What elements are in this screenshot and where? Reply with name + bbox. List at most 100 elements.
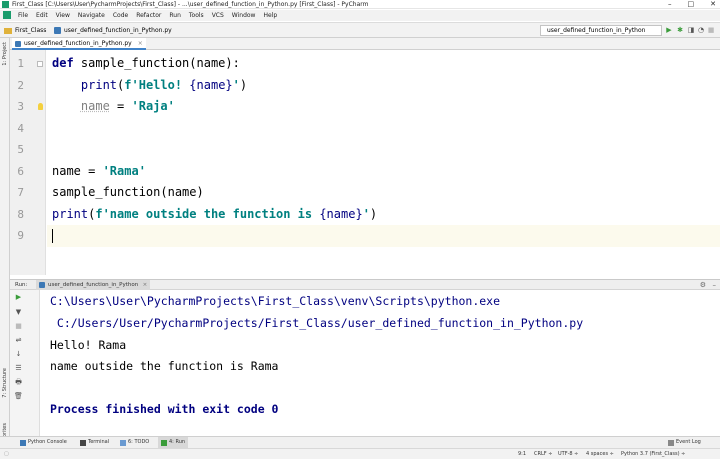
line-number: 3 xyxy=(17,100,24,113)
menu-bar: File Edit View Navigate Code Refactor Ru… xyxy=(0,10,720,21)
line-number: 6 xyxy=(17,164,24,178)
fstring-end: ' xyxy=(232,77,240,92)
fstring-part: f'name outside the function is xyxy=(95,206,320,221)
event-log-tab[interactable]: Event Log xyxy=(668,437,701,448)
code-editor[interactable]: 1 2 3 4 5 6 7 8 9 def sample_function(na… xyxy=(10,50,720,275)
run-console[interactable]: C:\Users\User\PycharmProjects\First_Clas… xyxy=(40,290,720,436)
run-icon xyxy=(161,439,167,446)
run-panel-label: Run: xyxy=(15,282,28,288)
fstring-end: ' xyxy=(362,206,370,221)
run-tool-tab[interactable]: 4: Run xyxy=(158,437,189,448)
menu-edit[interactable]: Edit xyxy=(32,10,52,21)
assign-op: = xyxy=(109,99,132,113)
print-icon[interactable]: 🖶 xyxy=(14,378,23,387)
navigation-bar: First_Class user_defined_function_in_Pyt… xyxy=(0,22,720,38)
assignment: name = xyxy=(52,163,103,178)
gear-icon[interactable]: ⚙ xyxy=(700,280,706,290)
function-signature: sample_function(name): xyxy=(73,56,240,70)
line-number: 4 xyxy=(17,121,24,135)
profile-button[interactable]: ◔ xyxy=(696,25,706,36)
python-file-icon xyxy=(54,27,61,34)
fold-marker-icon[interactable] xyxy=(37,61,43,67)
file-encoding[interactable]: UTF-8 ÷ xyxy=(558,449,578,459)
python-interpreter[interactable]: Python 3.7 (First_Class) ÷ xyxy=(621,449,685,459)
caret-position[interactable]: 9:1 xyxy=(518,449,526,459)
python-file-icon xyxy=(15,41,21,47)
stop-button[interactable]: ■ xyxy=(706,25,716,36)
run-tab[interactable]: user_defined_function_in_Python × xyxy=(36,280,151,290)
event-log-icon xyxy=(668,439,674,446)
indent-setting[interactable]: 4 spaces ÷ xyxy=(586,449,614,459)
close-run-tab-icon[interactable]: × xyxy=(143,280,148,290)
line-separator[interactable]: CRLF ÷ xyxy=(534,449,552,459)
console-output-line: name outside the function is Rama xyxy=(50,359,279,373)
close-tab-icon[interactable]: × xyxy=(138,38,143,49)
line-number: 8 xyxy=(17,207,24,221)
bottom-tool-tabs: Python Console Terminal 6: TODO 4: Run E… xyxy=(0,436,720,448)
maximize-button[interactable]: □ xyxy=(688,0,695,9)
editor-tab-active[interactable]: user_defined_function_in_Python.py × xyxy=(12,38,146,50)
breadcrumb-project[interactable]: First_Class xyxy=(4,23,46,38)
string-literal: 'Raja' xyxy=(131,99,175,113)
menu-navigate[interactable]: Navigate xyxy=(74,10,109,21)
run-tab-label: user_defined_function_in_Python xyxy=(48,282,139,288)
structure-tool-button[interactable]: 7: Structure xyxy=(2,368,8,398)
terminal-tab[interactable]: Terminal xyxy=(80,437,109,448)
project-tool-button[interactable]: 1: Project xyxy=(2,42,8,66)
text-caret xyxy=(52,229,53,243)
terminal-icon xyxy=(80,439,86,446)
string-literal: 'Rama' xyxy=(102,163,146,178)
menu-refactor[interactable]: Refactor xyxy=(132,10,165,21)
menu-window[interactable]: Window xyxy=(228,10,260,21)
todo-tab[interactable]: 6: TODO xyxy=(120,437,149,448)
line-number: 9 xyxy=(17,229,24,242)
builtin-print: print xyxy=(52,206,89,221)
current-line-highlight xyxy=(47,225,720,247)
title-bar: First_Class [C:\Users\User\PycharmProjec… xyxy=(0,0,720,9)
debug-button[interactable]: ✱ xyxy=(675,25,685,36)
terminal-tab-label: Terminal xyxy=(88,439,110,445)
pycharm-logo-icon xyxy=(2,1,9,8)
run-button[interactable]: ▶ xyxy=(664,25,674,36)
rerun-icon[interactable]: ▶ xyxy=(14,293,23,302)
menu-vcs[interactable]: VCS xyxy=(208,10,228,21)
stop-icon[interactable]: ■ xyxy=(14,322,23,331)
run-toolbar: ▶ ▼ ■ ⇌ ↓ ☰ 🖶 🗑 xyxy=(10,290,40,436)
editor-tab-label: user_defined_function_in_Python.py xyxy=(24,40,132,47)
menu-run[interactable]: Run xyxy=(165,10,185,21)
hide-panel-button[interactable]: – xyxy=(713,280,717,290)
code-line-2: print(f'Hello! {name}') xyxy=(52,75,247,97)
menu-file[interactable]: File xyxy=(14,10,32,21)
line-number: 7 xyxy=(17,186,24,199)
down-icon[interactable]: ▼ xyxy=(14,308,23,317)
soft-wrap-icon[interactable]: ⇌ xyxy=(14,336,23,345)
line-number: 2 xyxy=(17,78,24,92)
trash-icon[interactable]: 🗑 xyxy=(14,392,23,401)
code-line-1: def sample_function(name): xyxy=(52,53,240,75)
code-line-3: name = 'Raja' xyxy=(52,96,175,118)
layout-icon[interactable]: ☰ xyxy=(14,364,23,373)
menu-tools[interactable]: Tools xyxy=(185,10,208,21)
menu-code[interactable]: Code xyxy=(109,10,132,21)
editor-tab-bar: user_defined_function_in_Python.py × xyxy=(10,38,720,50)
scroll-to-end-icon[interactable]: ↓ xyxy=(14,350,23,359)
run-config-select[interactable]: user_defined_function_in_Python xyxy=(540,25,662,36)
code-line-7: sample_function(name) xyxy=(52,182,204,204)
coverage-button[interactable]: ◨ xyxy=(686,25,696,36)
status-left-icon[interactable]: ▢ xyxy=(4,449,9,459)
python-console-tab[interactable]: Python Console xyxy=(20,437,67,448)
breadcrumb-project-label: First_Class xyxy=(15,27,47,34)
fstring-expression: {name} xyxy=(189,77,233,92)
lightbulb-icon[interactable] xyxy=(38,103,43,110)
builtin-print: print xyxy=(80,77,118,92)
minimize-button[interactable]: – xyxy=(668,0,672,9)
code-line-6: name = 'Rama' xyxy=(52,161,146,183)
close-window-button[interactable]: ✕ xyxy=(710,0,716,9)
app-menu-icon xyxy=(3,11,11,19)
menu-view[interactable]: View xyxy=(52,10,74,21)
fstring-expression: {name} xyxy=(319,206,363,221)
menu-help[interactable]: Help xyxy=(259,10,281,21)
status-bar: ▢ 9:1 CRLF ÷ UTF-8 ÷ 4 spaces ÷ Python 3… xyxy=(0,448,720,459)
breadcrumb-file[interactable]: user_defined_function_in_Python.py xyxy=(54,23,172,38)
